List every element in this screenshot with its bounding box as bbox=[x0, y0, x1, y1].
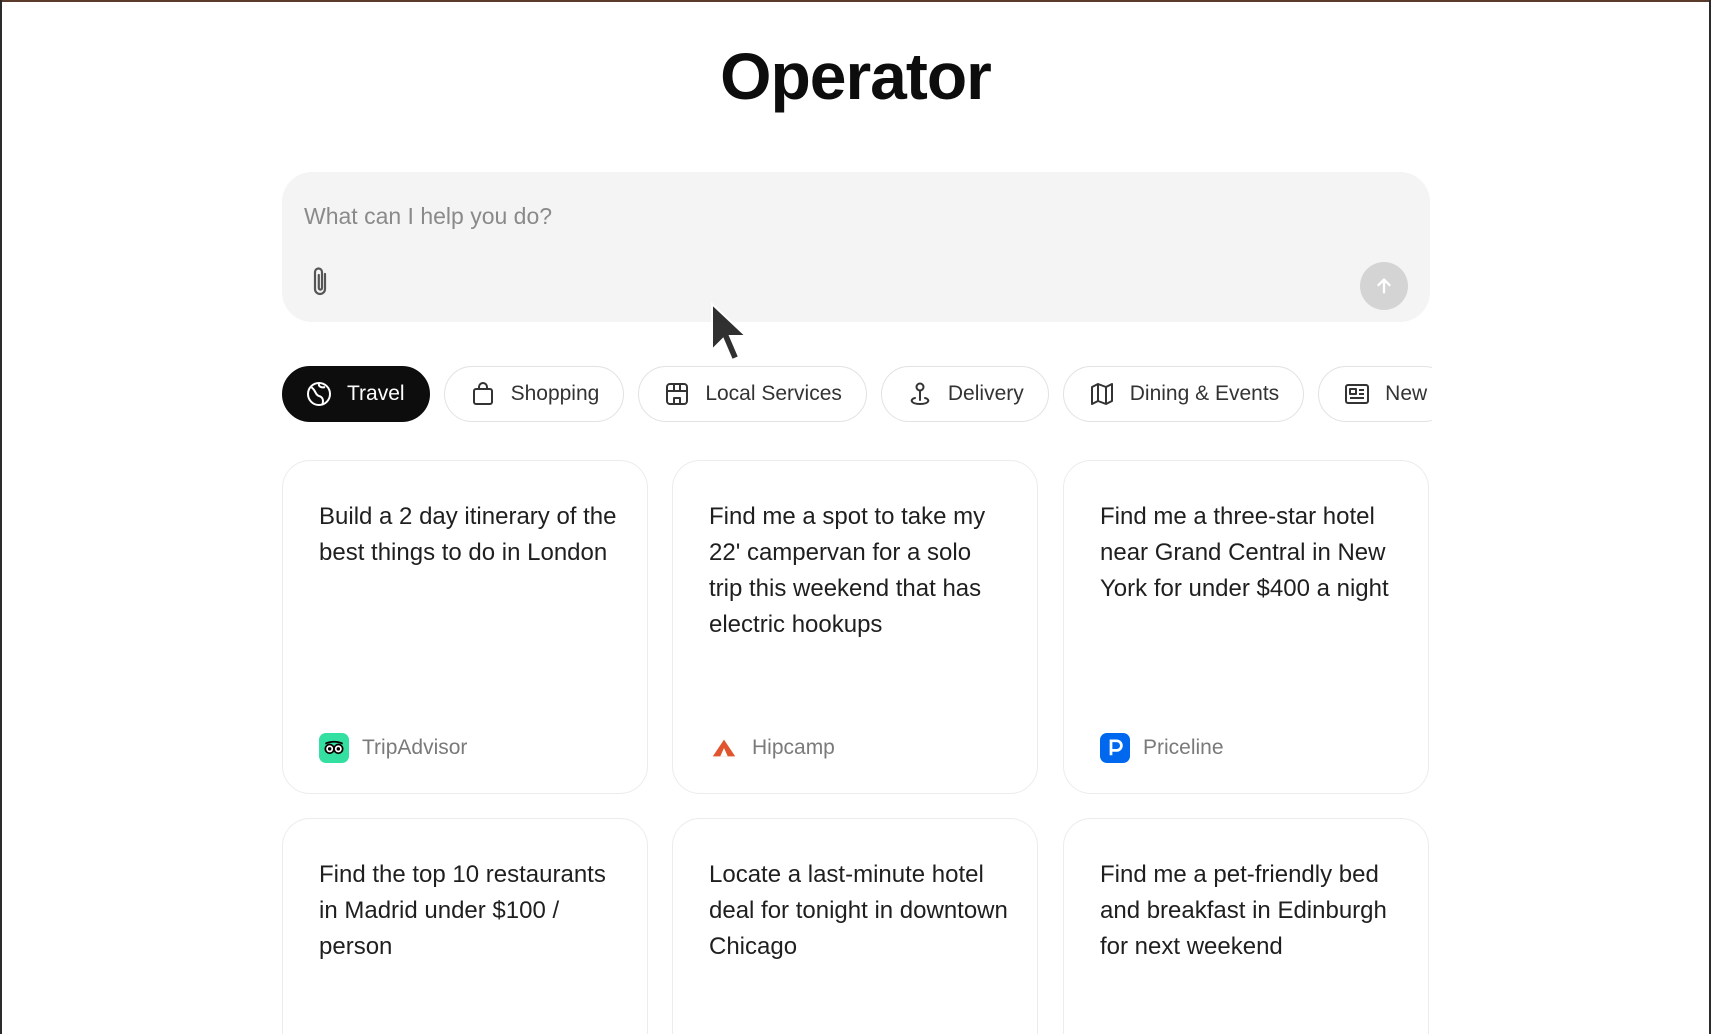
chip-travel[interactable]: Travel bbox=[282, 366, 430, 422]
chip-news[interactable]: New bbox=[1318, 366, 1432, 422]
suggestion-card[interactable]: Find me a spot to take my 22' campervan … bbox=[672, 460, 1038, 794]
suggestion-card[interactable]: Find me a pet-friendly bed and breakfast… bbox=[1063, 818, 1429, 1034]
page-title: Operator bbox=[720, 39, 992, 113]
source-name: TripAdvisor bbox=[362, 736, 468, 759]
suggestion-card[interactable]: Find me a three-star hotel near Grand Ce… bbox=[1063, 460, 1429, 794]
suggestion-card[interactable]: Build a 2 day itinerary of the best thin… bbox=[282, 460, 648, 794]
card-prompt-text: Find me a three-star hotel near Grand Ce… bbox=[1100, 503, 1389, 602]
travel-icon bbox=[307, 382, 331, 406]
card-prompt-text: Locate a last-minute hotel deal for toni… bbox=[709, 861, 1008, 960]
card-prompt-text: Find me a pet-friendly bed and breakfast… bbox=[1100, 861, 1387, 960]
priceline-logo-icon bbox=[1100, 733, 1130, 763]
card-prompt-text: Find the top 10 restaurants in Madrid un… bbox=[319, 861, 606, 960]
suggestion-card[interactable]: Find the top 10 restaurants in Madrid un… bbox=[282, 818, 648, 1034]
chip-label: New bbox=[1385, 382, 1428, 405]
shopping-bag-icon bbox=[472, 382, 493, 405]
prompt-input[interactable] bbox=[304, 200, 1304, 232]
hipcamp-logo-icon bbox=[709, 733, 739, 763]
prompt-composer bbox=[282, 172, 1430, 322]
chip-label: Shopping bbox=[510, 382, 600, 405]
chip-dining-events[interactable]: Dining & Events bbox=[1062, 366, 1305, 422]
paperclip-icon[interactable] bbox=[306, 264, 336, 300]
chip-local-services[interactable]: Local Services bbox=[638, 366, 867, 422]
window-top-border bbox=[0, 0, 1711, 2]
newspaper-icon bbox=[1345, 384, 1370, 404]
arrow-up-icon bbox=[1377, 278, 1391, 294]
suggestion-card[interactable]: Locate a last-minute hotel deal for toni… bbox=[672, 818, 1038, 1034]
send-button[interactable] bbox=[1360, 262, 1408, 310]
chip-label: Travel bbox=[347, 382, 405, 405]
chip-shopping[interactable]: Shopping bbox=[443, 366, 625, 422]
category-chips: Travel Shopping Local Services Delivery … bbox=[282, 366, 1432, 426]
chip-label: Delivery bbox=[947, 382, 1024, 405]
chip-label: Dining & Events bbox=[1129, 382, 1280, 405]
location-pin-icon bbox=[910, 382, 930, 406]
chip-delivery[interactable]: Delivery bbox=[880, 366, 1049, 422]
source-name: Priceline bbox=[1143, 736, 1224, 759]
card-prompt-text: Build a 2 day itinerary of the best thin… bbox=[319, 503, 617, 566]
map-icon bbox=[1090, 383, 1113, 405]
source-name: Hipcamp bbox=[752, 736, 835, 759]
card-source: TripAdvisor bbox=[319, 733, 467, 763]
card-prompt-text: Find me a spot to take my 22' campervan … bbox=[709, 503, 986, 638]
storefront-icon bbox=[666, 383, 689, 405]
card-source: Priceline bbox=[1100, 733, 1224, 763]
card-source: Hipcamp bbox=[709, 733, 835, 763]
chip-label: Local Services bbox=[705, 382, 842, 405]
tripadvisor-logo-icon bbox=[319, 733, 349, 763]
